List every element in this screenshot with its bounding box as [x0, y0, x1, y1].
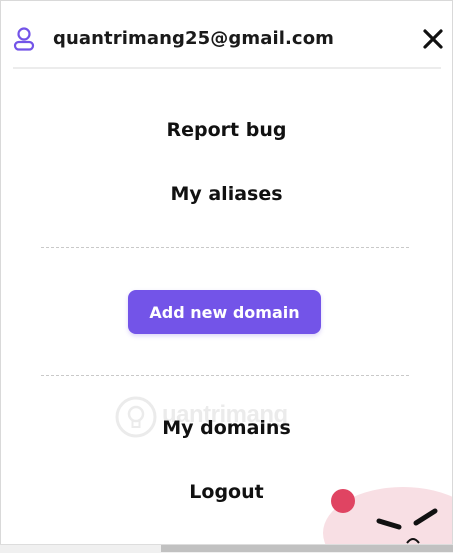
mascot-illustration: [323, 487, 452, 545]
report-bug-link[interactable]: Report bug: [1, 119, 452, 141]
my-domains-link[interactable]: My domains: [1, 417, 452, 439]
account-menu-panel: quantrimang25@gmail.com Report bug My al…: [0, 0, 453, 546]
my-aliases-link[interactable]: My aliases: [1, 183, 452, 205]
header-divider: [13, 67, 441, 69]
scrollbar-thumb[interactable]: [161, 545, 453, 552]
close-icon[interactable]: [420, 26, 446, 52]
account-email: quantrimang25@gmail.com: [53, 28, 335, 49]
section-divider: [41, 375, 409, 376]
section-divider: [41, 247, 409, 248]
user-icon: [13, 27, 35, 51]
add-new-domain-button[interactable]: Add new domain: [128, 290, 321, 334]
menu-header: quantrimang25@gmail.com: [1, 1, 452, 68]
